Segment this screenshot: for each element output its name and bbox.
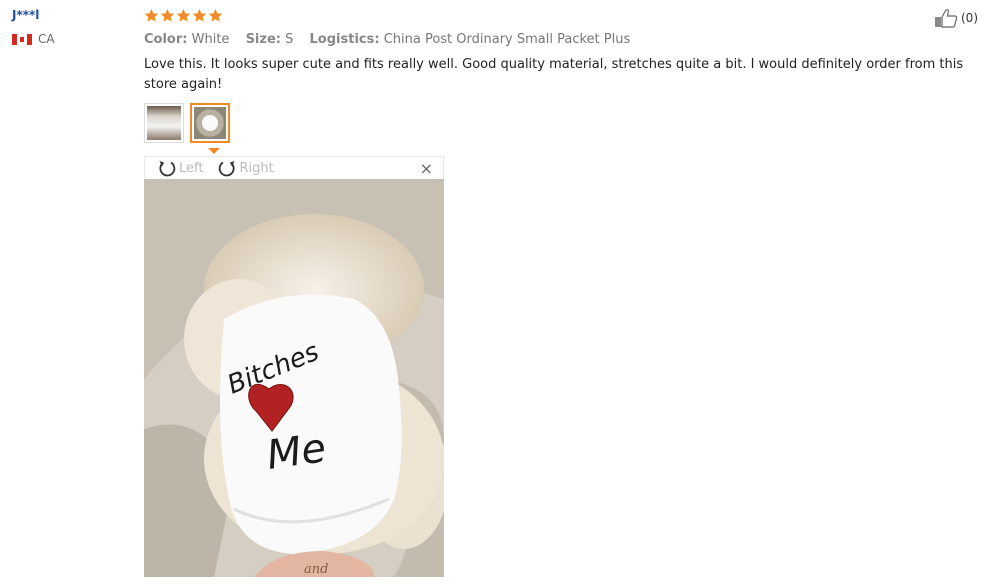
meta-color: Color: White — [144, 32, 230, 47]
rotate-left-label: Left — [179, 160, 204, 176]
shirt-text-bottom: Me — [264, 425, 329, 479]
star-icon — [192, 8, 207, 22]
close-icon[interactable]: × — [420, 159, 433, 178]
meta-logistics: Logistics: China Post Ordinary Small Pac… — [309, 32, 631, 47]
star-icon — [176, 8, 191, 22]
photo-thumbnails — [144, 103, 984, 143]
reviewer-info: J***l CA — [12, 6, 122, 46]
star-icon — [144, 8, 159, 22]
viewer-toolbar: Left Right × — [144, 156, 444, 179]
rotate-right-button[interactable]: Right — [217, 158, 274, 178]
photo-viewer: Left Right × Bitches Me and — [144, 156, 444, 577]
order-info: Color: White Size: S Logistics: China Po… — [144, 32, 984, 47]
star-rating — [144, 6, 984, 24]
star-icon — [160, 8, 175, 22]
rotate-right-label: Right — [239, 160, 274, 176]
review-text: Love this. It looks super cute and fits … — [144, 57, 964, 92]
dog-in-shirt-photo: Bitches Me and — [144, 179, 444, 577]
canada-flag-icon — [12, 33, 32, 45]
meta-size: Size: S — [245, 32, 294, 47]
photo-thumbnail-1[interactable] — [144, 103, 184, 143]
reviewer-name[interactable]: J***l — [12, 6, 122, 24]
rotate-left-button[interactable]: Left — [157, 158, 203, 178]
tag-text: and — [304, 562, 328, 577]
active-thumbnail-caret — [208, 148, 220, 154]
rotate-right-icon — [219, 161, 236, 177]
rotate-left-icon — [159, 161, 176, 177]
country-code: CA — [38, 32, 55, 46]
photo-thumbnail-2[interactable] — [190, 103, 230, 143]
review-photo: Bitches Me and — [144, 179, 444, 577]
reviewer-country: CA — [12, 32, 122, 46]
star-icon — [208, 8, 223, 22]
review-body: Color: White Size: S Logistics: China Po… — [144, 6, 984, 577]
